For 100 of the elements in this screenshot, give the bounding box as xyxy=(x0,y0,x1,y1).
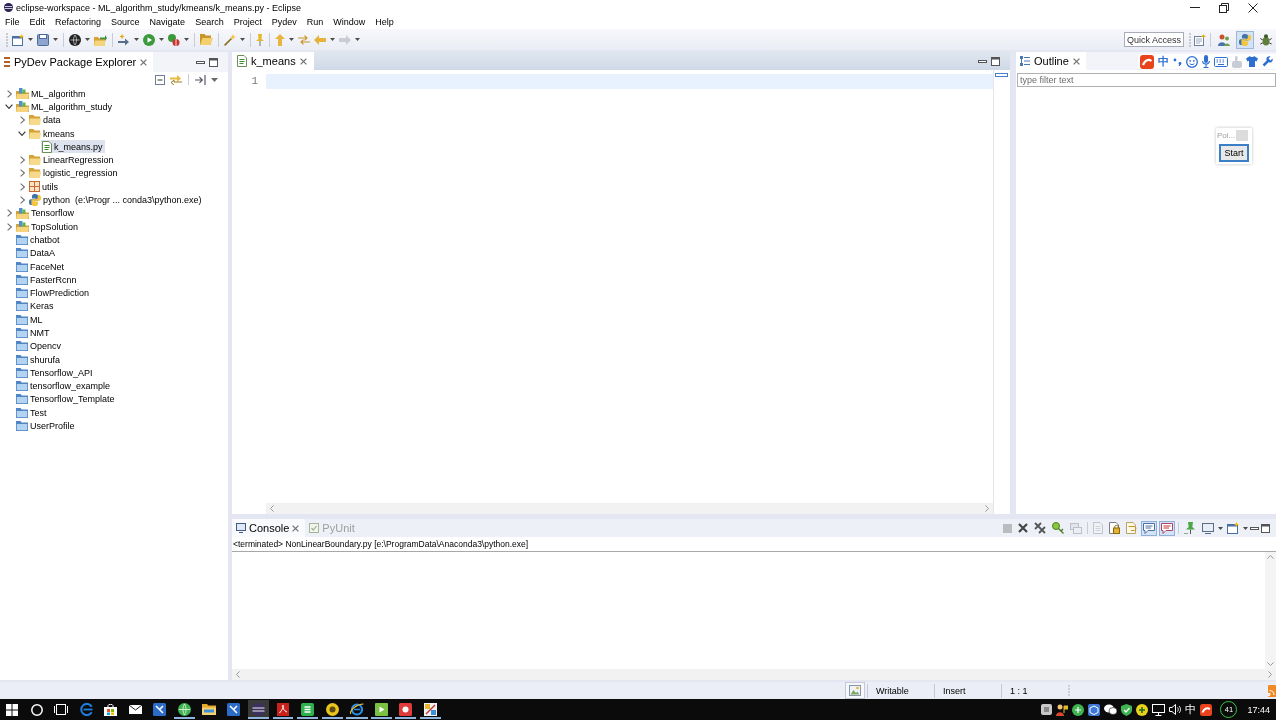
folder-arrow-icon[interactable] xyxy=(94,33,107,46)
caret-icon[interactable] xyxy=(289,38,294,41)
menu-item[interactable]: Source xyxy=(106,17,145,27)
maximize-icon[interactable] xyxy=(1261,523,1270,533)
caret-icon[interactable] xyxy=(355,38,360,41)
chevron-down-icon[interactable] xyxy=(18,131,26,137)
monitor-icon[interactable] xyxy=(1152,703,1166,716)
view-tab[interactable]: Outline xyxy=(1016,52,1086,70)
app-icon[interactable] xyxy=(1072,703,1085,716)
chevron-right-icon[interactable] xyxy=(6,89,12,98)
menu-item[interactable]: Pydev xyxy=(266,17,302,27)
tree-item[interactable]: shurufa xyxy=(15,353,63,367)
smiley-icon[interactable] xyxy=(1186,55,1198,68)
tree-item[interactable]: kmeans xyxy=(28,127,77,141)
caret-icon[interactable] xyxy=(159,38,164,41)
maximize-icon[interactable] xyxy=(209,57,218,67)
keyboard-icon[interactable] xyxy=(1214,56,1228,67)
input-mode-toggle[interactable]: 中 xyxy=(1158,54,1169,69)
globe-icon[interactable] xyxy=(173,700,195,719)
caret-icon[interactable] xyxy=(184,38,189,41)
menu-item[interactable]: Navigate xyxy=(144,17,191,27)
speaker-icon[interactable] xyxy=(1169,704,1182,715)
chevron-right-icon[interactable] xyxy=(19,169,25,178)
close-icon[interactable] xyxy=(1016,521,1030,535)
collapse-all-icon[interactable] xyxy=(155,74,165,85)
arrow-to-line-icon[interactable] xyxy=(195,74,206,85)
tree-item[interactable]: data xyxy=(28,113,63,127)
new-window-icon[interactable] xyxy=(12,33,24,46)
menu-item[interactable]: Run xyxy=(301,17,329,27)
minimize-icon[interactable] xyxy=(978,59,987,63)
globe-icon[interactable] xyxy=(69,33,81,46)
menu-item[interactable]: Refactoring xyxy=(50,17,107,27)
tree-item[interactable]: TopSolution xyxy=(15,220,81,234)
start-icon[interactable] xyxy=(6,703,19,716)
tree-item[interactable]: python (e:\Progr ... conda3\python.exe) xyxy=(28,193,204,207)
tree-item[interactable]: ML_algorithm_study xyxy=(15,100,115,114)
speech-bubble-icon[interactable] xyxy=(1141,520,1157,536)
vertical-scrollbar[interactable] xyxy=(1265,552,1276,669)
app-icon[interactable] xyxy=(296,700,318,719)
shirt-icon[interactable] xyxy=(1246,56,1258,67)
tree-item[interactable]: ML xyxy=(15,313,45,327)
task-view-icon[interactable] xyxy=(54,704,69,715)
restore-icon[interactable] xyxy=(1219,2,1229,13)
document-icon[interactable] xyxy=(272,700,293,719)
chevron-right-icon[interactable] xyxy=(19,196,25,204)
maximize-icon[interactable] xyxy=(991,56,1000,66)
plus-icon[interactable] xyxy=(1136,703,1149,716)
clock[interactable]: 17:44 xyxy=(1247,704,1270,715)
menu-item[interactable]: Edit xyxy=(24,17,51,27)
tree-item[interactable]: logistic_regression xyxy=(28,166,120,180)
tree-item[interactable]: NMT xyxy=(15,326,52,340)
caret-icon[interactable] xyxy=(1243,526,1248,530)
new-window-icon[interactable] xyxy=(1225,520,1241,536)
double-close-icon[interactable] xyxy=(1032,520,1048,536)
caret-icon[interactable] xyxy=(1218,526,1223,530)
wrench-icon[interactable] xyxy=(1262,56,1273,67)
wand-icon[interactable] xyxy=(224,33,236,46)
browser-icon[interactable] xyxy=(345,700,368,719)
logo-icon[interactable] xyxy=(1200,703,1213,716)
shield-icon[interactable] xyxy=(1121,703,1133,716)
tree-item[interactable]: chatbot xyxy=(15,233,62,247)
start-button[interactable]: Start xyxy=(1219,144,1249,162)
snake-icon[interactable] xyxy=(1236,30,1254,49)
tree-item[interactable]: FasterRcnn xyxy=(15,273,79,287)
tree-item[interactable]: FaceNet xyxy=(15,260,66,273)
caret-icon[interactable] xyxy=(85,38,90,41)
close-icon[interactable] xyxy=(1248,2,1258,13)
app-icon[interactable] xyxy=(395,700,417,719)
view-tab[interactable]: Console xyxy=(232,519,306,537)
chat-bubbles-icon[interactable] xyxy=(1104,704,1118,715)
tree-item[interactable]: utils xyxy=(28,180,60,194)
tree-item[interactable]: k_means.py xyxy=(41,140,105,154)
tree-item[interactable]: DataA xyxy=(15,246,57,260)
wrap-document-icon[interactable] xyxy=(1124,520,1139,536)
menu-item[interactable]: Search xyxy=(190,17,229,27)
microphone-icon[interactable] xyxy=(1202,55,1210,68)
tree-item[interactable]: LinearRegression xyxy=(28,153,116,167)
caret-icon[interactable] xyxy=(53,38,58,41)
speech-bubble-icon[interactable] xyxy=(1159,520,1175,536)
filter-field[interactable]: type filter text xyxy=(1017,73,1276,87)
tree-item[interactable]: Opencv xyxy=(15,339,64,353)
chevron-right-icon[interactable] xyxy=(6,222,12,231)
minimize-icon[interactable] xyxy=(1250,526,1259,530)
menu-item[interactable]: Project xyxy=(228,17,267,27)
chevron-down-icon[interactable] xyxy=(5,104,13,110)
app-icon[interactable] xyxy=(1041,704,1053,715)
caret-icon[interactable] xyxy=(330,38,335,41)
app-icon[interactable] xyxy=(370,700,392,719)
app-icon[interactable] xyxy=(419,700,441,719)
input-method-indicator[interactable]: 中 xyxy=(1185,702,1197,717)
chevron-right-icon[interactable] xyxy=(19,156,25,165)
editor-tab[interactable]: k_means xyxy=(232,52,314,70)
ring-icon[interactable] xyxy=(30,703,43,716)
caret-icon[interactable] xyxy=(240,38,245,41)
cube-icon[interactable] xyxy=(1088,703,1101,716)
quick-access-field[interactable]: Quick Access xyxy=(1124,32,1184,47)
tree-item[interactable]: Test xyxy=(15,406,49,420)
tree-item[interactable]: ML_algorithm xyxy=(15,87,88,101)
menu-item[interactable]: Window xyxy=(328,17,371,27)
caret-icon[interactable] xyxy=(134,38,139,41)
